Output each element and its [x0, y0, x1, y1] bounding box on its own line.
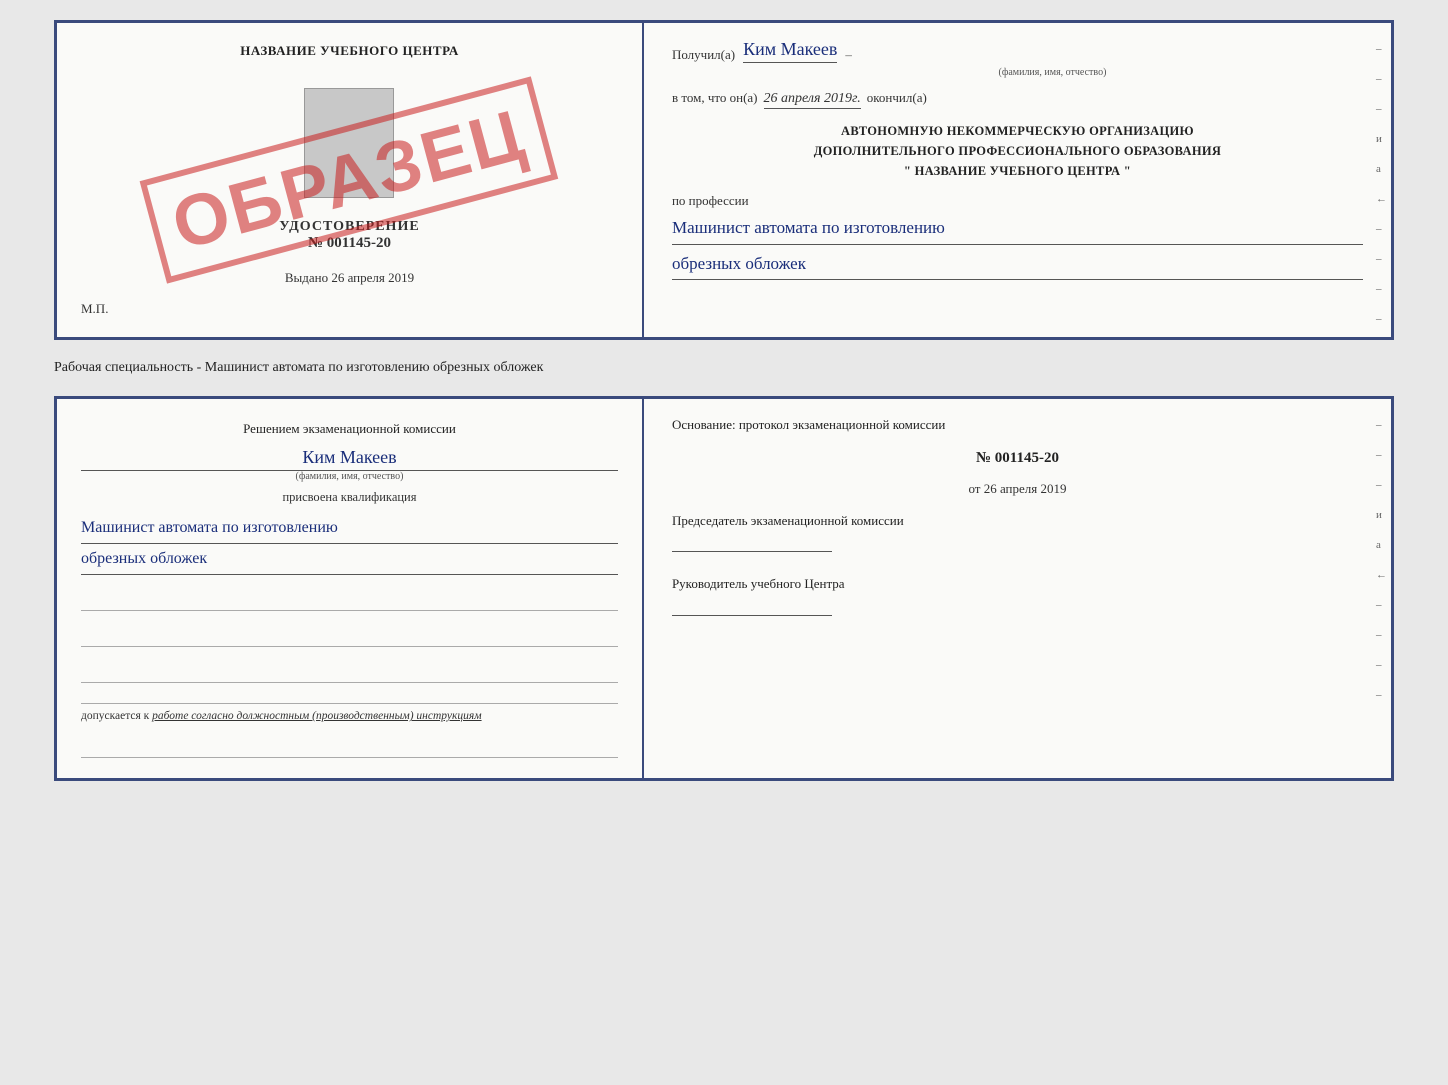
protocol-number: № 001145-20: [672, 450, 1363, 467]
udost-block: УДОСТОВЕРЕНИЕ № 001145-20: [279, 219, 419, 252]
org-block: АВТОНОМНУЮ НЕКОММЕРЧЕСКУЮ ОРГАНИЗАЦИЮ ДО…: [672, 121, 1363, 181]
resheniem-text: Решением экзаменационной комиссии: [81, 419, 618, 439]
recipient-name: Ким Макеев: [743, 39, 837, 63]
prisvoena-label: присвоена квалификация: [81, 490, 618, 505]
org-line1: АВТОНОМНУЮ НЕКОММЕРЧЕСКУЮ ОРГАНИЗАЦИЮ: [672, 121, 1363, 141]
dopusk-label: допускается к: [81, 710, 149, 722]
photo-placeholder: [304, 88, 394, 198]
bottom-certificate: Решением экзаменационной комиссии Ким Ма…: [54, 396, 1394, 781]
ot-date-block: от 26 апреля 2019: [672, 481, 1363, 497]
predsedatel-label: Председатель экзаменационной комиссии: [672, 511, 1363, 531]
poluchil-row: Получил(а) Ким Макеев –: [672, 39, 1363, 63]
mp-line: М.П.: [81, 301, 108, 317]
poluchil-label: Получил(а): [672, 47, 735, 63]
cert-top-right: Получил(а) Ким Макеев – (фамилия, имя, о…: [644, 23, 1391, 337]
bottom-name-block: Ким Макеев (фамилия, имя, отчество): [81, 447, 618, 482]
completion-date: 26 апреля 2019г.: [764, 91, 861, 109]
profession-line2: обрезных обложек: [672, 249, 1363, 281]
udost-title: УДОСТОВЕРЕНИЕ: [279, 219, 419, 235]
qualification-line1: Машинист автомата по изготовлению: [81, 513, 618, 544]
dopusk-text: работе согласно должностным (производств…: [152, 710, 481, 722]
osnovaniye-text: Основание: протокол экзаменационной коми…: [672, 415, 1363, 436]
predsedatel-signature: [672, 534, 832, 552]
top-certificate: НАЗВАНИЕ УЧЕБНОГО ЦЕНТРА ОБРАЗЕЦ УДОСТОВ…: [54, 20, 1394, 340]
ot-date: 26 апреля 2019: [984, 481, 1067, 496]
school-name-top: НАЗВАНИЕ УЧЕБНОГО ЦЕНТРА: [240, 43, 459, 59]
bottom-qualification-block: Машинист автомата по изготовлению обрезн…: [81, 513, 618, 576]
right-edge-marks-bottom: – – – и а ← – – – –: [1376, 419, 1387, 701]
ot-label: от: [968, 481, 980, 496]
name-hint-top: (фамилия, имя, отчество): [742, 67, 1363, 78]
rukovoditel-label: Руководитель учебного Центра: [672, 574, 1363, 594]
org-line2: ДОПОЛНИТЕЛЬНОГО ПРОФЕССИОНАЛЬНОГО ОБРАЗО…: [672, 141, 1363, 161]
udost-number: № 001145-20: [279, 235, 419, 252]
okonchil-label: окончил(а): [867, 90, 927, 106]
rukovoditel-block: Руководитель учебного Центра: [672, 574, 1363, 616]
cert-top-left: НАЗВАНИЕ УЧЕБНОГО ЦЕНТРА ОБРАЗЕЦ УДОСТОВ…: [57, 23, 644, 337]
rukovoditel-signature: [672, 598, 832, 616]
profession-line1: Машинист автомата по изготовлению: [672, 213, 1363, 245]
qualification-line2: обрезных обложек: [81, 544, 618, 575]
right-edge-marks-top: – – – и а ← – – – –: [1376, 43, 1387, 325]
predsedatel-block: Председатель экзаменационной комиссии: [672, 511, 1363, 553]
cert-bottom-left: Решением экзаменационной комиссии Ким Ма…: [57, 399, 644, 778]
vydano-date: 26 апреля 2019: [331, 270, 414, 285]
po-professii-label: по профессии: [672, 193, 749, 208]
vydano-line: Выдано 26 апреля 2019: [285, 270, 414, 286]
blank-line-1: [81, 591, 618, 611]
cert-bottom-right: Основание: протокол экзаменационной коми…: [644, 399, 1391, 778]
blank-line-4: [81, 738, 618, 758]
profession-block: по профессии Машинист автомата по изгото…: [672, 193, 1363, 280]
dopuskaetsya-block: допускается к работе согласно должностны…: [81, 703, 618, 722]
vydano-label: Выдано: [285, 270, 328, 285]
between-label: Рабочая специальность - Машинист автомат…: [54, 356, 543, 380]
vtom-row: в том, что он(а) 26 апреля 2019г. окончи…: [672, 90, 1363, 109]
blank-line-2: [81, 627, 618, 647]
document-container: НАЗВАНИЕ УЧЕБНОГО ЦЕНТРА ОБРАЗЕЦ УДОСТОВ…: [54, 20, 1394, 781]
blank-lines-block: [81, 591, 618, 683]
org-line3: " НАЗВАНИЕ УЧЕБНОГО ЦЕНТРА ": [672, 161, 1363, 181]
bottom-recipient-name: Ким Макеев: [81, 447, 618, 471]
bottom-name-hint: (фамилия, имя, отчество): [81, 471, 618, 482]
vtom-label: в том, что он(а): [672, 90, 758, 106]
blank-line-3: [81, 663, 618, 683]
